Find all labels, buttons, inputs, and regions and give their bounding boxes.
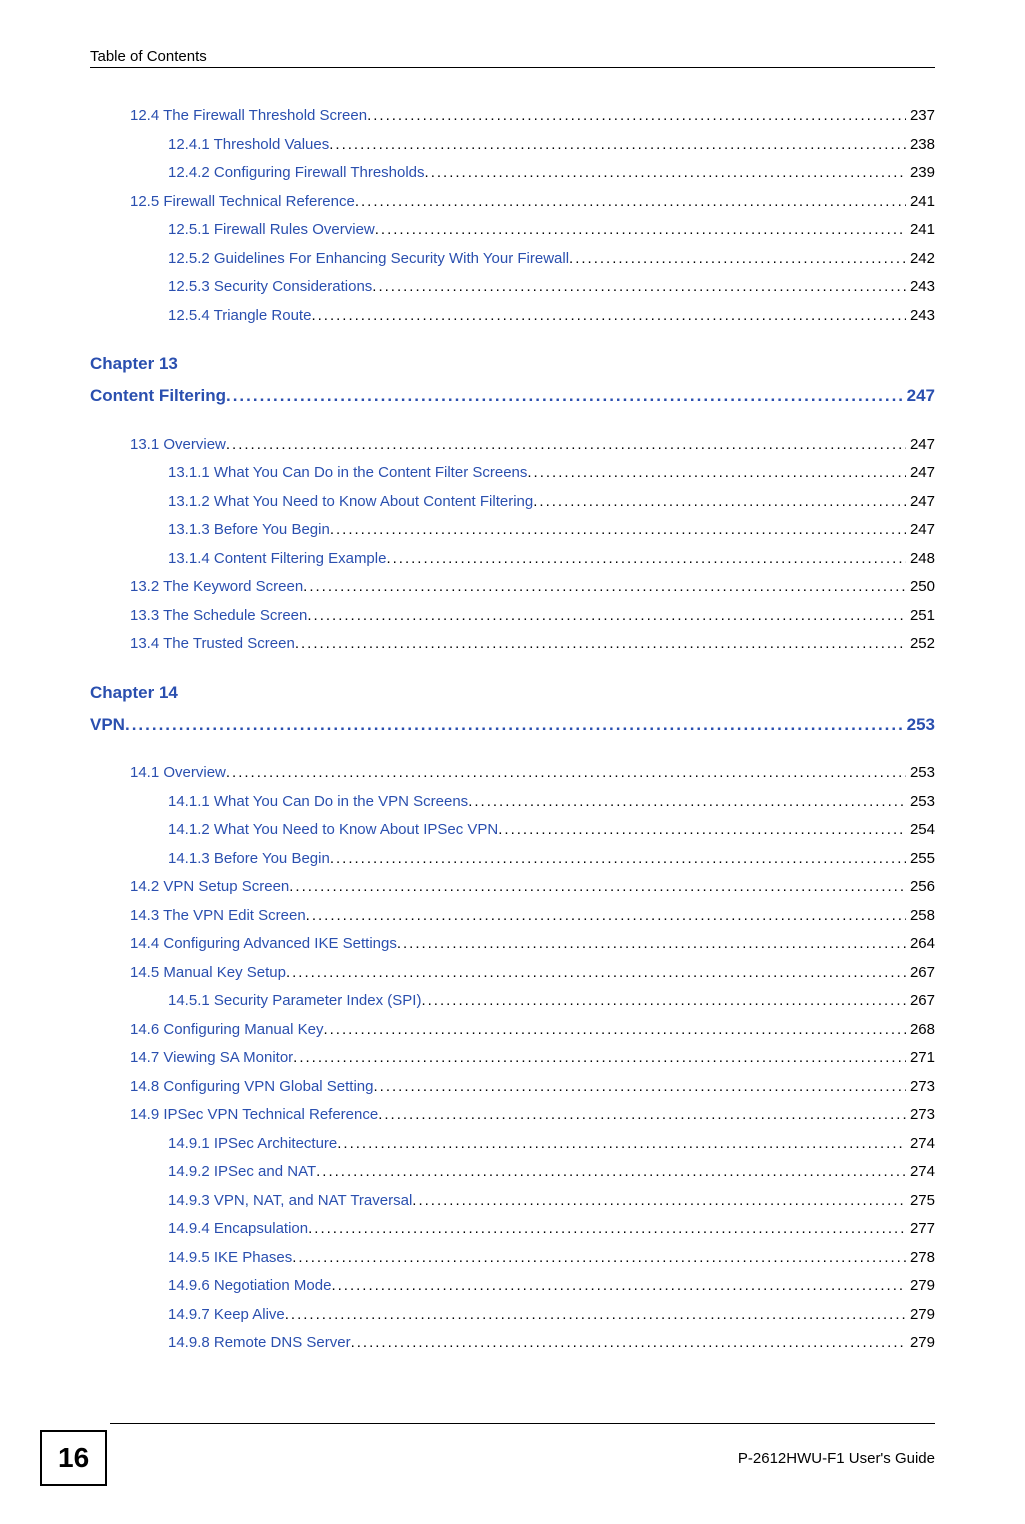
toc-entry[interactable]: 14.6 Configuring Manual Key 268	[130, 1016, 935, 1045]
toc-entry[interactable]: 14.1.3 Before You Begin 255	[168, 845, 935, 874]
chapter-number: Chapter 13	[90, 348, 935, 380]
page-container: Table of Contents 12.4 The Firewall Thre…	[0, 0, 1025, 1398]
toc-entry[interactable]: 14.7 Viewing SA Monitor 271	[130, 1044, 935, 1073]
toc-entry[interactable]: 13.4 The Trusted Screen 252	[130, 630, 935, 659]
chapter-title: VPN	[90, 709, 125, 741]
toc-entry[interactable]: 14.5 Manual Key Setup 267	[130, 959, 935, 988]
toc-entry[interactable]: 14.9.6 Negotiation Mode 279	[168, 1272, 935, 1301]
toc-entry[interactable]: 14.1.2 What You Need to Know About IPSec…	[168, 816, 935, 845]
toc-entry[interactable]: 14.9.1 IPSec Architecture 274	[168, 1130, 935, 1159]
toc-entry[interactable]: 14.9.8 Remote DNS Server 279	[168, 1329, 935, 1358]
page-number: 16	[40, 1430, 107, 1486]
toc-entry[interactable]: 14.9.3 VPN, NAT, and NAT Traversal 275	[168, 1187, 935, 1216]
toc-entry[interactable]: 14.1 Overview 253	[130, 759, 935, 788]
toc-entry[interactable]: 12.5.1 Firewall Rules Overview 241	[168, 216, 935, 245]
toc-entry[interactable]: 13.3 The Schedule Screen 251	[130, 602, 935, 631]
toc-entry[interactable]: 14.9.7 Keep Alive 279	[168, 1301, 935, 1330]
toc-entry[interactable]: 14.8 Configuring VPN Global Setting 273	[130, 1073, 935, 1102]
toc-entry[interactable]: 14.3 The VPN Edit Screen 258	[130, 902, 935, 931]
toc-entry[interactable]: 13.2 The Keyword Screen 250	[130, 573, 935, 602]
toc-entry[interactable]: 13.1.4 Content Filtering Example 248	[168, 545, 935, 574]
footer-guide-title: P-2612HWU-F1 User's Guide	[738, 1450, 935, 1467]
chapter-page: 247	[903, 380, 935, 412]
toc-entry[interactable]: 12.4.1 Threshold Values 238	[168, 131, 935, 160]
chapter-title-row: VPN 253	[90, 709, 935, 741]
toc-entry[interactable]: 12.5.3 Security Considerations 243	[168, 273, 935, 302]
footer-rule	[110, 1423, 935, 1424]
toc-entry[interactable]: 14.9 IPSec VPN Technical Reference 273	[130, 1101, 935, 1130]
toc-entry[interactable]: 14.4 Configuring Advanced IKE Settings 2…	[130, 930, 935, 959]
chapter-page: 253	[903, 709, 935, 741]
toc-entry[interactable]: 13.1.3 Before You Begin 247	[168, 516, 935, 545]
toc-entry[interactable]: 13.1.2 What You Need to Know About Conte…	[168, 488, 935, 517]
toc-entry[interactable]: 14.5.1 Security Parameter Index (SPI) 26…	[168, 987, 935, 1016]
toc-entry[interactable]: 14.1.1 What You Can Do in the VPN Screen…	[168, 788, 935, 817]
chapter-heading[interactable]: Chapter 13 Content Filtering 247	[90, 348, 935, 413]
toc-entry[interactable]: 13.1.1 What You Can Do in the Content Fi…	[168, 459, 935, 488]
toc-entry[interactable]: 14.9.5 IKE Phases 278	[168, 1244, 935, 1273]
page-header: Table of Contents	[90, 48, 935, 68]
toc-entry[interactable]: 12.4.2 Configuring Firewall Thresholds 2…	[168, 159, 935, 188]
chapter-title: Content Filtering	[90, 380, 226, 412]
toc-entry[interactable]: 12.5.2 Guidelines For Enhancing Security…	[168, 245, 935, 274]
chapter-title-row: Content Filtering 247	[90, 380, 935, 412]
toc-entry[interactable]: 12.5.4 Triangle Route 243	[168, 302, 935, 331]
toc-entry[interactable]: 14.9.2 IPSec and NAT 274	[168, 1158, 935, 1187]
page-footer: 16 P-2612HWU-F1 User's Guide	[0, 1430, 1025, 1486]
toc-entry[interactable]: 13.1 Overview 247	[130, 431, 935, 460]
table-of-contents: 12.4 The Firewall Threshold Screen 237 1…	[90, 102, 935, 1358]
toc-entry[interactable]: 12.5 Firewall Technical Reference 241	[130, 188, 935, 217]
header-title: Table of Contents	[90, 48, 207, 65]
toc-entry[interactable]: 14.9.4 Encapsulation 277	[168, 1215, 935, 1244]
chapter-heading[interactable]: Chapter 14 VPN 253	[90, 677, 935, 742]
chapter-number: Chapter 14	[90, 677, 935, 709]
toc-entry[interactable]: 14.2 VPN Setup Screen 256	[130, 873, 935, 902]
toc-entry[interactable]: 12.4 The Firewall Threshold Screen 237	[130, 102, 935, 131]
